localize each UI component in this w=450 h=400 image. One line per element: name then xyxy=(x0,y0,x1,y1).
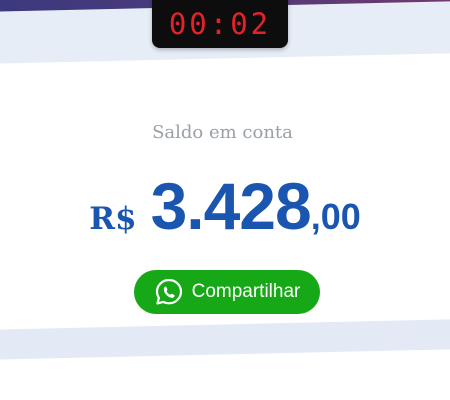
share-button-label: Compartilhar xyxy=(191,281,301,302)
page: 00:02 Saldo em conta R$ 3.428 ,00 Compar… xyxy=(0,0,450,400)
whatsapp-icon xyxy=(154,277,184,307)
balance-integer: 3.428 xyxy=(150,169,312,243)
balance-content: Saldo em conta R$ 3.428 ,00 Compartilhar xyxy=(0,0,450,400)
balance-cents: ,00 xyxy=(310,196,361,237)
currency-symbol: R$ xyxy=(89,201,137,237)
balance-amount: R$ 3.428 ,00 xyxy=(0,168,450,244)
balance-label: Saldo em conta xyxy=(152,122,293,143)
share-whatsapp-button[interactable]: Compartilhar xyxy=(134,270,320,314)
